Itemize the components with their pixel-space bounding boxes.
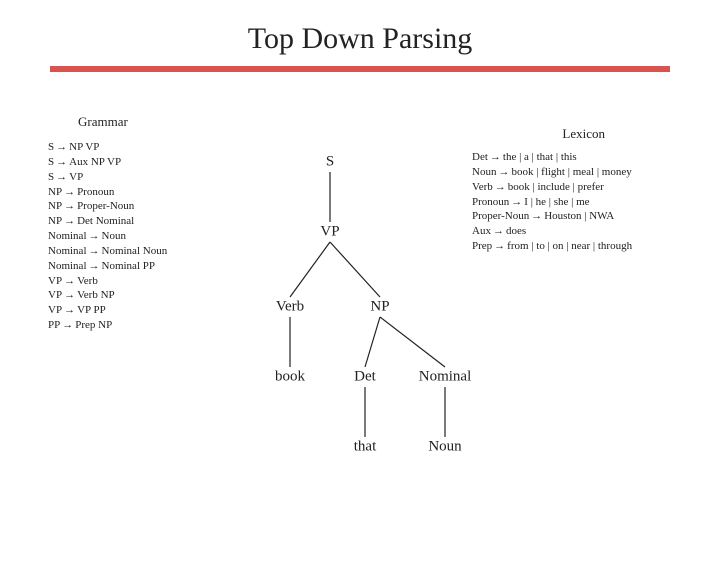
- rule-rhs: Aux NP VP: [69, 156, 121, 168]
- grammar-rule: PP→Prep NP: [48, 318, 167, 333]
- rule-lhs: VP: [48, 304, 62, 316]
- grammar-rule: NP→Proper-Noun: [48, 199, 167, 214]
- rule-rhs: VP PP: [77, 304, 106, 316]
- rule-rhs: Prep NP: [75, 319, 112, 331]
- arrow-icon: →: [54, 140, 69, 155]
- rule-rhs: Nominal Noun: [102, 245, 168, 257]
- arrow-icon: →: [62, 288, 77, 303]
- rule-rhs: VP: [69, 171, 83, 183]
- grammar-rule: Nominal→Nominal Noun: [48, 244, 167, 259]
- rule-lhs: NP: [48, 186, 62, 198]
- arrow-icon: →: [87, 259, 102, 274]
- tree-edge: [380, 317, 445, 367]
- tree-edge: [330, 242, 380, 297]
- arrow-icon: →: [62, 214, 77, 229]
- grammar-rule: Nominal→Nominal PP: [48, 259, 167, 274]
- arrow-icon: →: [87, 244, 102, 259]
- tree-node-vp: VP: [320, 224, 339, 241]
- tree-node-nominal: Nominal: [419, 369, 472, 386]
- arrow-icon: →: [62, 274, 77, 289]
- grammar-label: Grammar: [78, 114, 128, 130]
- rule-rhs: Det Nominal: [77, 215, 134, 227]
- tree-node-verb: Verb: [276, 299, 304, 316]
- arrow-icon: →: [54, 155, 69, 170]
- tree-node-noun: Noun: [428, 439, 461, 456]
- page-title: Top Down Parsing: [0, 22, 720, 56]
- rule-lhs: NP: [48, 200, 62, 212]
- rule-lhs: Nominal: [48, 245, 87, 257]
- arrow-icon: →: [62, 303, 77, 318]
- rule-rhs: Noun: [102, 230, 126, 242]
- rule-rhs: Pronoun: [77, 186, 114, 198]
- grammar-rule: VP→VP PP: [48, 303, 167, 318]
- grammar-rule: S→VP: [48, 170, 167, 185]
- grammar-rule: S→Aux NP VP: [48, 155, 167, 170]
- lexicon-label: Lexicon: [562, 126, 605, 142]
- rule-rhs: Verb NP: [77, 289, 115, 301]
- grammar-rule: S→NP VP: [48, 140, 167, 155]
- rule-rhs: Houston | NWA: [544, 210, 614, 222]
- grammar-rule: Nominal→Noun: [48, 229, 167, 244]
- tree-node-that: that: [354, 439, 377, 456]
- title-underline: [50, 66, 670, 72]
- grammar-rule: NP→Det Nominal: [48, 214, 167, 229]
- tree-node-det: Det: [354, 369, 376, 386]
- grammar-rules: S→NP VPS→Aux NP VPS→VPNP→PronounNP→Prope…: [48, 140, 167, 333]
- rule-rhs: NP VP: [69, 141, 99, 153]
- grammar-rule: VP→Verb NP: [48, 288, 167, 303]
- rule-lhs: VP: [48, 289, 62, 301]
- rule-lhs: PP: [48, 319, 60, 331]
- arrow-icon: →: [62, 199, 77, 214]
- rule-lhs: Nominal: [48, 230, 87, 242]
- arrow-icon: →: [60, 318, 75, 333]
- parse-tree: S VP Verb NP book Det Nominal that Noun: [250, 142, 550, 522]
- tree-node-s: S: [326, 154, 334, 171]
- tree-node-np: NP: [370, 299, 389, 316]
- rule-rhs: Nominal PP: [102, 260, 155, 272]
- arrow-icon: →: [62, 185, 77, 200]
- tree-edge: [365, 317, 380, 367]
- tree-node-book: book: [275, 369, 305, 386]
- tree-edge: [290, 242, 330, 297]
- arrow-icon: →: [54, 170, 69, 185]
- rule-rhs: Verb: [77, 275, 98, 287]
- parse-tree-edges: [250, 142, 550, 522]
- rule-lhs: Nominal: [48, 260, 87, 272]
- rule-lhs: NP: [48, 215, 62, 227]
- rule-lhs: VP: [48, 275, 62, 287]
- arrow-icon: →: [87, 229, 102, 244]
- rule-rhs: Proper-Noun: [77, 200, 134, 212]
- grammar-rule: NP→Pronoun: [48, 185, 167, 200]
- grammar-rule: VP→Verb: [48, 274, 167, 289]
